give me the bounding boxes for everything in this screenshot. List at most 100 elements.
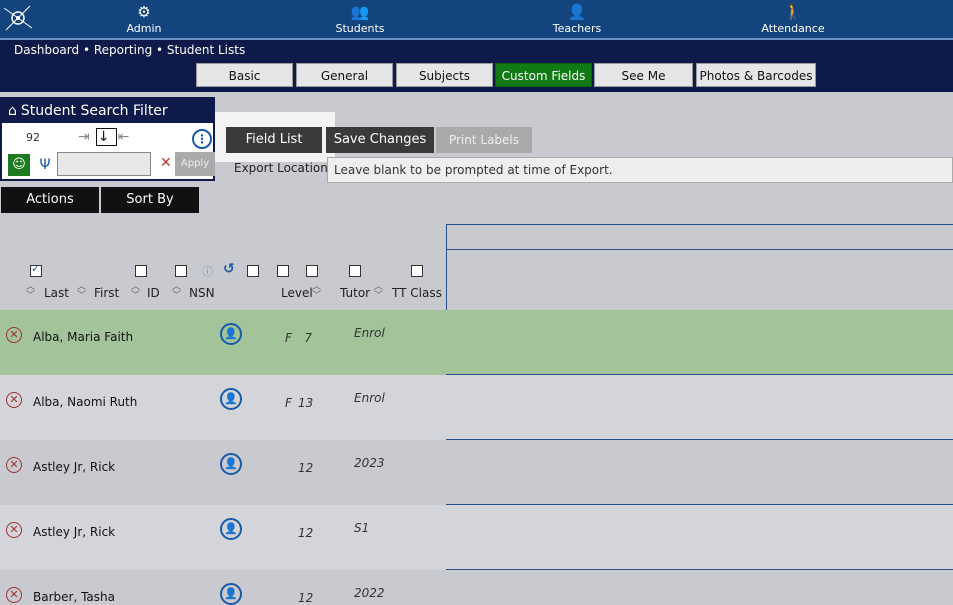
teachers-icon: 👤 [567,3,587,21]
filter-action-icons: ⇥ ↓ ⇤ [78,128,135,146]
apply-button[interactable]: Apply [175,152,215,176]
students-icon: 👥 [350,3,370,21]
remove-icon[interactable]: ✕ [6,457,22,473]
filter-count: 92 [26,131,40,144]
student-level: 12 [298,461,314,475]
sort-last-icon[interactable]: ︿ ﹀ [26,283,35,301]
col-level[interactable]: Level [281,286,313,300]
sort-level-icon[interactable]: ︿ ﹀ [312,283,321,301]
photo-checkbox[interactable] [247,265,259,277]
student-gender: F [285,396,292,410]
student-name: Astley Jr, Rick [33,525,116,539]
student-level: 7 [304,331,312,345]
student-tutor: Enrol [354,391,385,405]
info-circle-icon[interactable]: ⓘ [202,263,213,279]
student-gender: F [285,331,292,345]
col-tt-class[interactable]: TT Class [392,286,442,300]
nav-students[interactable]: 👥 Students [320,0,400,38]
info-icon[interactable]: ⋮ [192,129,212,149]
export-icon[interactable]: ⇤ [117,129,135,145]
remove-icon[interactable]: ✕ [6,327,22,343]
student-tutor: S1 [354,521,370,535]
clear-icon[interactable]: ✕ [160,155,172,171]
table-row[interactable]: ✕ Alba, Maria Faith 👤 F 7 Enrol [0,310,953,375]
download-icon[interactable]: ↓ [95,128,118,146]
student-avatar-icon[interactable]: 👤 [220,388,242,410]
nsn-checkbox[interactable] [175,265,187,277]
import-icon[interactable]: ⇥ [78,129,96,145]
remove-icon[interactable]: ✕ [6,392,22,408]
nav-attendance-label: Attendance [761,22,825,35]
student-avatar-icon[interactable]: 👤 [220,323,242,345]
col-nsn[interactable]: NSN [189,286,215,300]
student-search-filter: ⌂ Student Search Filter 92 ⇥ ↓ ⇤ ⋮ ☺ Ψ ✕ Ap… [0,97,215,181]
sort-by-button[interactable]: Sort By [101,187,199,213]
student-level: 12 [298,591,314,605]
nav-admin[interactable]: ⚙ Admin [104,0,184,38]
user-search-icon[interactable]: ☺ [8,154,30,176]
select-all-checkbox[interactable] [30,262,42,277]
breadcrumb-reporting[interactable]: Reporting [94,43,152,57]
nav-students-label: Students [335,22,385,35]
tab-general[interactable]: General [296,63,393,87]
breadcrumb: Dashboard • Reporting • Student Lists [14,43,246,57]
sort-id-icon[interactable]: ︿ ﹀ [131,283,140,301]
tab-see-me[interactable]: See Me [594,63,693,87]
nav-admin-label: Admin [126,22,162,35]
logo-icon [3,5,33,31]
sort-first-icon[interactable]: ︿ ﹀ [77,283,86,301]
field-list-button[interactable]: Field List [226,127,322,153]
student-avatar-icon[interactable]: 👤 [220,518,242,540]
level-checkbox[interactable] [306,265,318,277]
sort-nsn-icon[interactable]: ︿ ﹀ [172,283,181,301]
filter-header: ⌂ Student Search Filter [2,99,213,123]
export-location-label: Export Location [234,161,328,175]
tt-class-checkbox[interactable] [411,265,423,277]
home-icon[interactable]: ⌂ [8,103,17,119]
table-row[interactable]: ✕ Astley Jr, Rick 👤 12 S1 [0,505,953,570]
gender-checkbox[interactable] [277,265,289,277]
student-tutor: 2023 [354,456,385,470]
table-row[interactable]: ✕ Alba, Naomi Ruth 👤 F 13 Enrol [0,375,953,440]
table-row[interactable]: ✕ Barber, Tasha 👤 12 2022 [0,570,953,605]
tab-subjects[interactable]: Subjects [396,63,493,87]
tab-custom-fields[interactable]: Custom Fields [495,63,592,87]
remove-icon[interactable]: ✕ [6,522,22,538]
col-tutor[interactable]: Tutor [340,286,370,300]
student-name: Barber, Tasha [33,590,115,604]
save-changes-button[interactable]: Save Changes [326,127,434,153]
print-labels-button[interactable]: Print Labels [436,127,532,153]
student-name: Astley Jr, Rick [33,460,116,474]
col-last[interactable]: Last [44,286,69,300]
student-avatar-icon[interactable]: 👤 [220,583,242,605]
breadcrumb-dashboard[interactable]: Dashboard [14,43,79,57]
student-name: Alba, Maria Faith [33,330,134,344]
col-id[interactable]: ID [147,286,160,300]
nav-attendance[interactable]: 🚶 Attendance [753,0,833,38]
breadcrumb-student-lists[interactable]: Student Lists [167,43,245,57]
col-first[interactable]: First [94,286,119,300]
reset-icon[interactable]: ↺ [223,261,235,277]
student-tutor: Enrol [354,326,385,340]
sort-tutor-icon[interactable]: ︿ ﹀ [374,283,383,301]
student-level: 13 [298,396,314,410]
student-avatar-icon[interactable]: 👤 [220,453,242,475]
filter-search-input[interactable] [57,152,151,176]
actions-button[interactable]: Actions [1,187,99,213]
hierarchy-icon[interactable]: Ψ [35,154,55,176]
export-location-input[interactable]: Leave blank to be prompted at time of Ex… [327,157,953,183]
tab-photos-barcodes[interactable]: Photos & Barcodes [696,63,816,87]
student-tutor: 2022 [354,586,385,600]
tutor-checkbox[interactable] [349,265,361,277]
student-name: Alba, Naomi Ruth [33,395,138,409]
attendance-icon: 🚶 [783,3,803,21]
grid-line [446,249,953,250]
nav-teachers-label: Teachers [552,22,602,35]
student-level: 12 [298,526,314,540]
nav-teachers[interactable]: 👤 Teachers [537,0,617,38]
id-checkbox[interactable] [135,265,147,277]
app-logo[interactable] [0,0,38,38]
tab-basic[interactable]: Basic [196,63,293,87]
admin-icon: ⚙ [137,3,151,21]
table-row[interactable]: ✕ Astley Jr, Rick 👤 12 2023 [0,440,953,505]
